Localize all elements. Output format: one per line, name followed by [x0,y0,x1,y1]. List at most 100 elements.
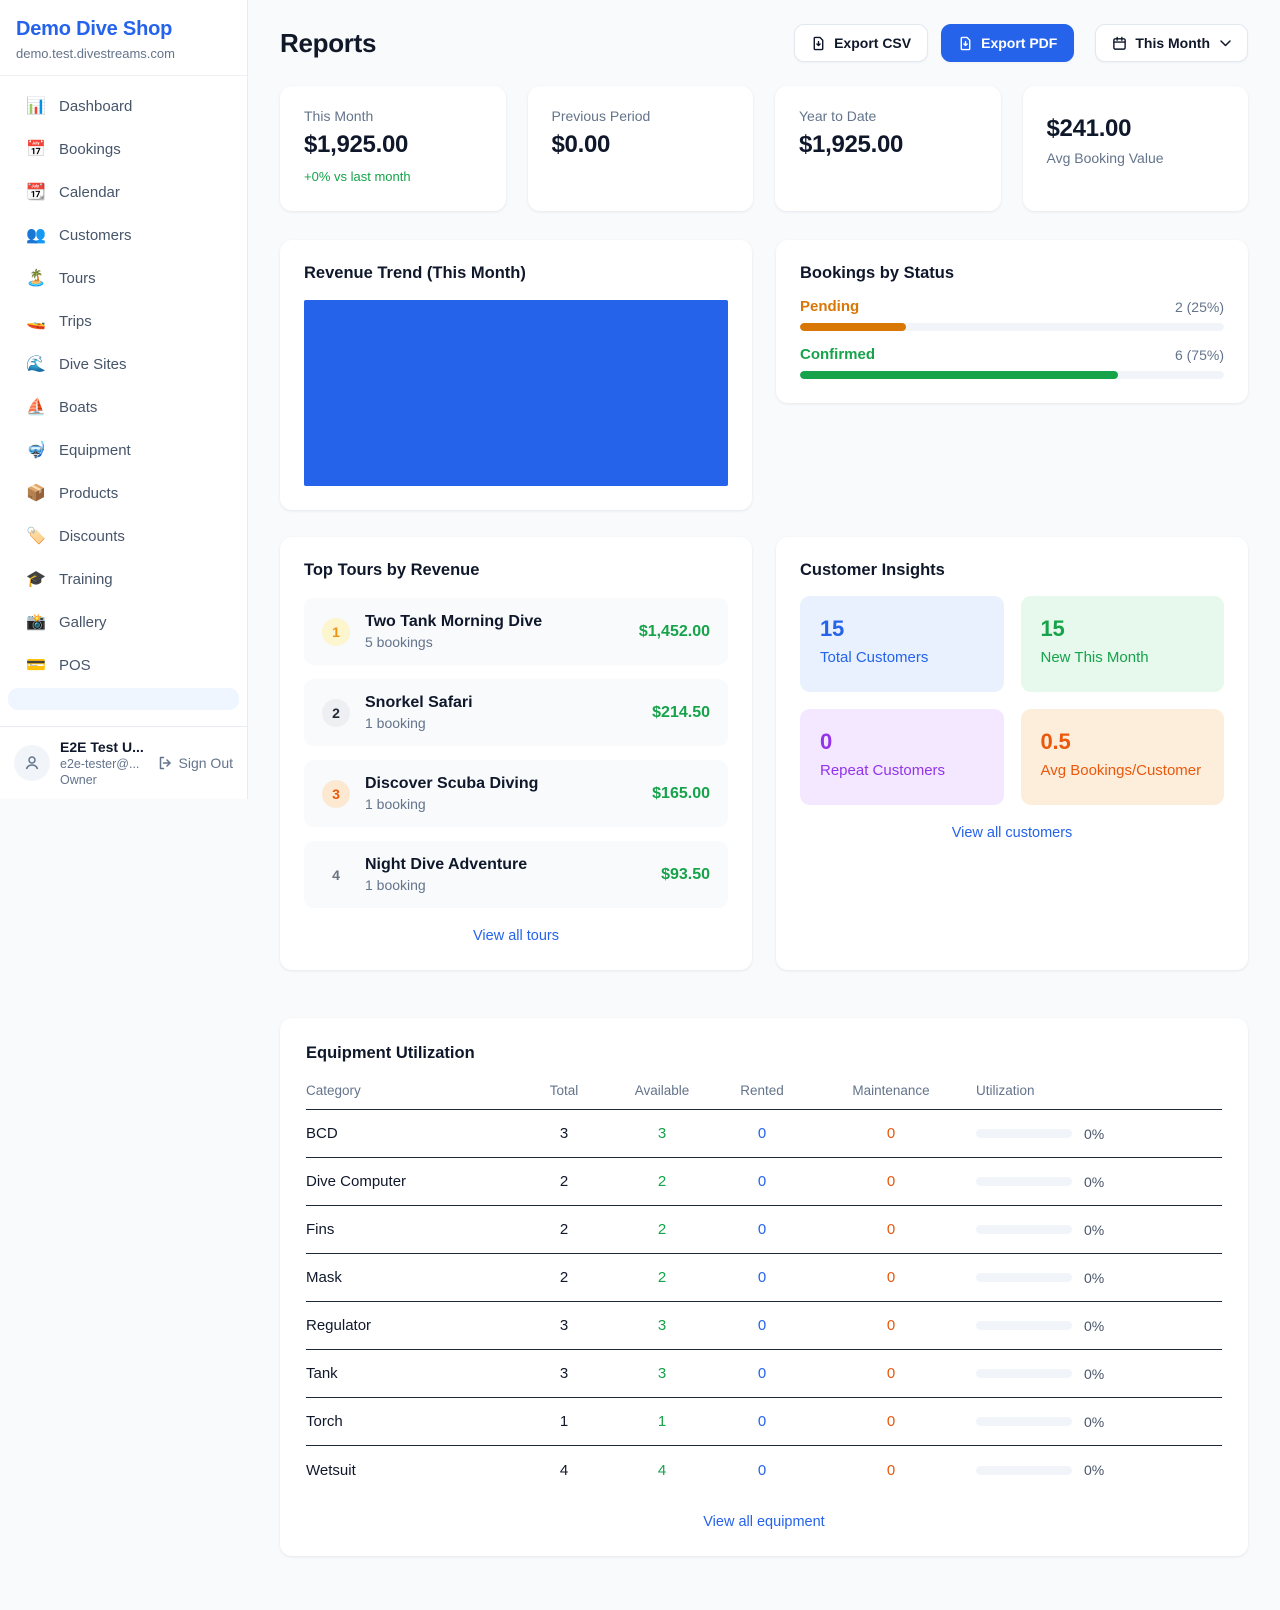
sidebar-item[interactable]: 📸 Gallery [8,602,239,642]
status-value: 2 (25%) [1175,299,1224,315]
tour-rank-badge: 1 [322,618,350,646]
status-bar-track [800,323,1224,331]
status-value: 6 (75%) [1175,347,1224,363]
utilization-percent: 0% [1084,1222,1104,1238]
utilization-percent: 0% [1084,1174,1104,1190]
revenue-trend-card: Revenue Trend (This Month) [280,240,752,510]
equipment-rented: 0 [718,1125,806,1142]
insights-row: Top Tours by Revenue 1 Two Tank Morning … [280,537,1248,970]
stat-value: $0.00 [552,131,730,159]
customer-insights-card: Customer Insights 15 Total Customers 15 … [776,537,1248,970]
equipment-category: BCD [306,1125,522,1142]
equipment-rented: 0 [718,1173,806,1190]
equipment-rented: 0 [718,1365,806,1382]
sidebar-item-label: Products [59,485,118,502]
sidebar-item-icon: 🏷️ [26,526,46,546]
equipment-utilization-cell: 0% [976,1366,1222,1382]
sidebar-item[interactable]: 🏝️ Tours [8,258,239,298]
equipment-category: Fins [306,1221,522,1238]
utilization-percent: 0% [1084,1270,1104,1286]
sidebar-item[interactable]: 📊 Dashboard [8,86,239,126]
sidebar-item-label: Dashboard [59,98,132,115]
view-all-equipment-link[interactable]: View all equipment [703,1514,824,1530]
equipment-table-body: BCD 3 3 0 0 0% Dive Computer 2 [306,1110,1222,1494]
sidebar-item[interactable]: 🏷️ Discounts [8,516,239,556]
sidebar-item-icon: 🎓 [26,569,46,589]
sidebar-item-icon: 📆 [26,182,46,202]
sidebar-item-label: Dive Sites [59,356,127,373]
stat-label: Year to Date [799,108,977,124]
equipment-rented: 0 [718,1269,806,1286]
equipment-category: Tank [306,1365,522,1382]
insight-label: Total Customers [820,649,984,666]
file-download-icon [811,36,826,51]
sidebar-item[interactable]: 📆 Calendar [8,172,239,212]
stat-label: Previous Period [552,108,730,124]
sidebar-item[interactable]: 🤿 Equipment [8,430,239,470]
equipment-utilization-cell: 0% [976,1462,1222,1478]
user-name: E2E Test U... [60,739,147,755]
equipment-total: 2 [522,1173,606,1190]
sidebar-item[interactable]: 👥 Customers [8,215,239,255]
sign-out-label: Sign Out [179,755,233,771]
top-tours-title: Top Tours by Revenue [304,561,728,580]
insight-label: Avg Bookings/Customer [1041,762,1205,779]
equipment-total: 2 [522,1221,606,1238]
stat-value: $241.00 [1047,115,1225,143]
export-pdf-label: Export PDF [981,35,1057,51]
user-email: e2e-tester@... [60,757,147,771]
sidebar-item[interactable]: 🌊 Dive Sites [8,344,239,384]
sidebar-item-label: POS [59,657,91,674]
col-category: Category [306,1083,522,1098]
sidebar-item-label: Equipment [59,442,131,459]
equipment-maintenance: 0 [806,1365,976,1382]
insight-value: 0.5 [1041,729,1205,755]
tour-row: 1 Two Tank Morning Dive 5 bookings $1,45… [304,598,728,665]
sidebar-item-icon: 📅 [26,139,46,159]
sidebar-user-footer: E2E Test U... e2e-tester@... Owner Sign … [0,726,247,799]
equipment-rented: 0 [718,1413,806,1430]
export-csv-button[interactable]: Export CSV [794,24,928,62]
user-info: E2E Test U... e2e-tester@... Owner [60,739,147,787]
tour-rank-badge: 3 [322,780,350,808]
header-actions: Export CSV Export PDF This Month [794,24,1248,62]
sidebar-item-label: Bookings [59,141,121,158]
sign-out-button[interactable]: Sign Out [157,755,233,771]
equipment-total: 1 [522,1413,606,1430]
stat-value: $1,925.00 [799,131,977,159]
table-row: Torch 1 1 0 0 0% [306,1398,1222,1446]
sidebar-item[interactable]: 🎓 Training [8,559,239,599]
sidebar-item-label: Gallery [59,614,107,631]
sidebar-item-icon: 🚤 [26,311,46,331]
export-pdf-button[interactable]: Export PDF [941,24,1074,62]
stat-card: Previous Period $0.00 [528,86,754,211]
sidebar-item-icon: 📦 [26,483,46,503]
period-select[interactable]: This Month [1095,24,1248,62]
sidebar-item[interactable]: 📅 Bookings [8,129,239,169]
sidebar-item[interactable]: 🚤 Trips [8,301,239,341]
sidebar-item-label: Discounts [59,528,125,545]
sidebar-item[interactable]: 📦 Products [8,473,239,513]
table-row: BCD 3 3 0 0 0% [306,1110,1222,1158]
brand-name: Demo Dive Shop [16,18,231,41]
bookings-by-status-title: Bookings by Status [800,264,1224,283]
insight-value: 0 [820,729,984,755]
tour-revenue: $165.00 [652,785,710,803]
equipment-total: 3 [522,1125,606,1142]
view-all-tours-link[interactable]: View all tours [473,928,559,944]
top-tours-list: 1 Two Tank Morning Dive 5 bookings $1,45… [304,584,728,908]
tour-row: 4 Night Dive Adventure 1 booking $93.50 [304,841,728,908]
equipment-category: Mask [306,1269,522,1286]
sidebar-item-reports-active[interactable] [8,688,239,710]
sidebar-item[interactable]: ⛵ Boats [8,387,239,427]
sidebar-item-icon: 🌊 [26,354,46,374]
utilization-bar-track [976,1369,1072,1378]
sidebar-item[interactable]: 💳 POS [8,645,239,685]
tour-name: Discover Scuba Diving [365,775,538,793]
equipment-utilization-card: Equipment Utilization Category Total Ava… [280,1018,1248,1556]
equipment-maintenance: 0 [806,1173,976,1190]
view-all-customers-link[interactable]: View all customers [952,825,1073,841]
utilization-bar-track [976,1177,1072,1186]
equipment-rented: 0 [718,1317,806,1334]
export-csv-label: Export CSV [834,35,911,51]
